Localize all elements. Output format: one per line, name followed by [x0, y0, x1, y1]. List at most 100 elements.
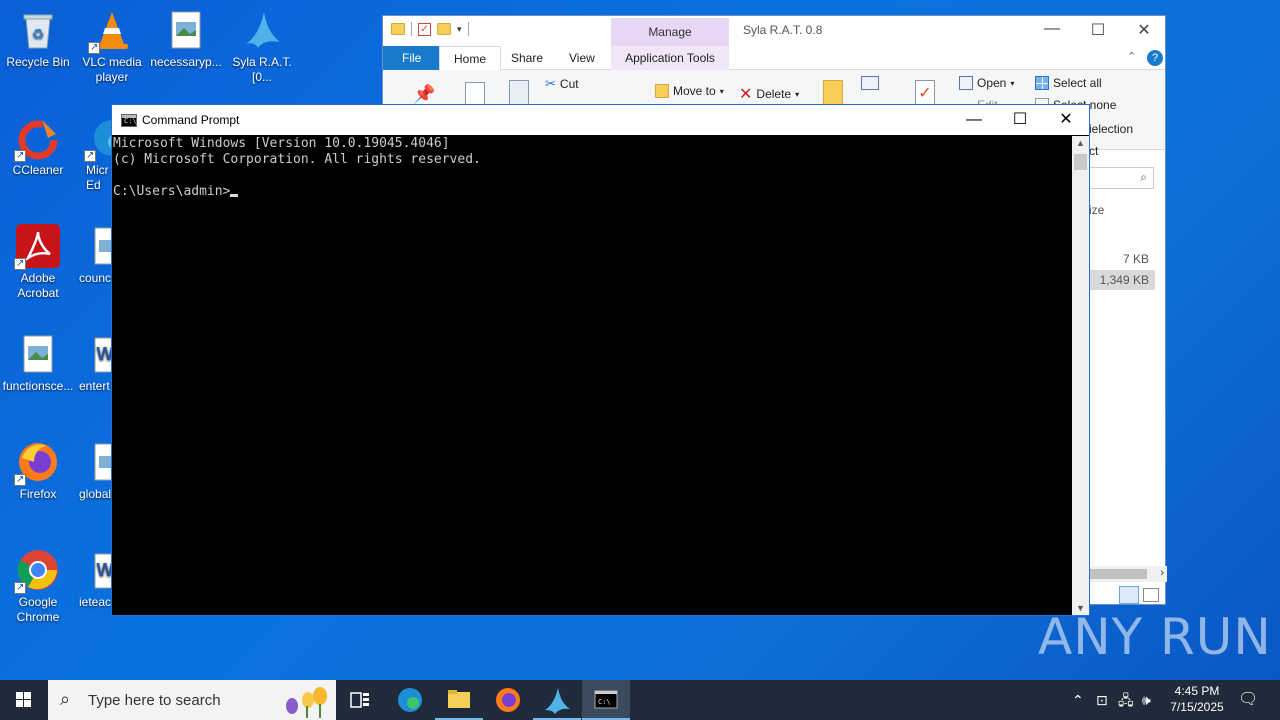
desktop-icon-label: necessaryp...: [150, 55, 222, 69]
scroll-thumb[interactable]: [1089, 569, 1147, 579]
chevron-right-icon[interactable]: ›: [1160, 567, 1164, 579]
delete-button[interactable]: ✕ Delete ▾: [739, 84, 799, 104]
size-column-header[interactable]: ize: [1089, 203, 1167, 217]
details-view-icon[interactable]: [1119, 586, 1139, 604]
desktop-icon-ieteac[interactable]: W ieteac: [74, 544, 112, 610]
select-group-label: ct: [1089, 144, 1099, 158]
desktop-icon-vlc[interactable]: VLC media player: [74, 4, 150, 85]
taskbar-file-explorer[interactable]: [435, 680, 483, 720]
desktop-icon-google-chrome[interactable]: Google Chrome: [0, 544, 76, 625]
tab-application-tools[interactable]: Application Tools: [611, 46, 729, 70]
notifications-icon[interactable]: 🗨: [1238, 680, 1258, 720]
desktop-icon-recycle-bin[interactable]: ♻ Recycle Bin: [0, 4, 76, 70]
delete-x-icon: ✕: [739, 86, 753, 103]
network-icon[interactable]: 🖧: [1118, 680, 1134, 720]
shortcut-arrow-icon: [88, 40, 100, 55]
taskbar-firefox[interactable]: [484, 680, 532, 720]
chevron-down-icon: ▾: [719, 86, 724, 96]
cmd-title: Command Prompt: [142, 113, 240, 127]
task-view-icon: [350, 692, 369, 708]
new-folder-large-icon[interactable]: [823, 80, 843, 106]
cmd-titlebar[interactable]: C:\ Command Prompt — ☐ ✕: [112, 105, 1089, 135]
close-button[interactable]: ✕: [1121, 20, 1167, 40]
cmd-app-icon: C:\: [121, 114, 137, 127]
maximize-button[interactable]: ☐: [1075, 20, 1121, 40]
open-button[interactable]: Open ▾: [959, 76, 1014, 90]
explorer-title: Syla R.A.T. 0.8: [743, 23, 823, 37]
new-folder-icon[interactable]: [437, 23, 451, 35]
desktop-icon-necessaryp[interactable]: necessaryp...: [148, 4, 224, 70]
search-icon: ⌕: [1140, 170, 1147, 184]
help-icon[interactable]: ?: [1147, 50, 1163, 66]
desktop-icon-adobe-acrobat[interactable]: Adobe Acrobat: [0, 220, 76, 301]
scroll-up-icon[interactable]: ▲: [1072, 138, 1089, 148]
cmd-app-icon: C:\: [594, 690, 618, 709]
pin-icon[interactable]: 📌: [413, 84, 435, 105]
move-to-button[interactable]: Move to ▾: [655, 84, 724, 98]
show-hidden-icons-chevron-icon[interactable]: ⌃: [1072, 680, 1084, 720]
vlc-cone-icon: [88, 8, 134, 55]
customize-dropdown-icon[interactable]: ▾: [457, 24, 462, 35]
command-prompt-window[interactable]: C:\ Command Prompt — ☐ ✕ Microsoft Windo…: [111, 104, 1090, 616]
shortcut-arrow-icon: [14, 256, 26, 271]
vertical-scrollbar[interactable]: ▲ ▼: [1072, 136, 1089, 615]
maximize-button[interactable]: ☐: [997, 105, 1043, 135]
tab-home[interactable]: Home: [439, 46, 502, 71]
tab-view[interactable]: View: [555, 46, 609, 70]
console-prompt-line: C:\Users\admin>: [113, 184, 1071, 200]
image-file-icon: [93, 224, 112, 268]
desktop-icon-entert[interactable]: W entert: [74, 328, 112, 394]
start-button[interactable]: [0, 680, 48, 720]
desktop-icon-functionsce[interactable]: functionsce...: [0, 328, 76, 394]
firefox-icon: [14, 440, 60, 487]
select-all-icon: [1035, 76, 1049, 90]
syla-shark-icon: [545, 688, 570, 714]
shortcut-arrow-icon: [14, 580, 26, 595]
desktop-icon-label: global: [79, 487, 112, 501]
properties-icon[interactable]: ✓: [418, 22, 431, 36]
desktop-icon-label: ieteac: [79, 595, 112, 609]
taskbar-search-box[interactable]: ⌕ Type here to search: [48, 680, 336, 720]
desktop-icon-edge[interactable]: Micr Ed: [74, 112, 112, 193]
horizontal-scrollbar[interactable]: ›: [1089, 566, 1167, 582]
new-item-icon[interactable]: [861, 76, 879, 90]
select-all-button[interactable]: Select all: [1035, 76, 1102, 90]
invert-selection-label[interactable]: ielection: [1089, 122, 1133, 136]
desktop-icon-ccleaner[interactable]: CCleaner: [0, 112, 76, 178]
tray-app-icon[interactable]: ⊡: [1096, 680, 1108, 720]
desktop-icon-firefox[interactable]: Firefox: [0, 436, 76, 502]
taskbar-syla-rat[interactable]: [533, 680, 581, 720]
system-clock[interactable]: 4:45 PM 7/15/2025: [1162, 683, 1232, 715]
desktop-icon-label: Firefox: [19, 487, 57, 501]
desktop-icon-global[interactable]: global: [74, 436, 112, 502]
manage-contextual-tab[interactable]: Manage: [611, 18, 729, 46]
paste-icon[interactable]: [509, 80, 529, 106]
large-icons-view-icon[interactable]: [1143, 588, 1159, 602]
edge-icon: [84, 116, 112, 163]
tab-share[interactable]: Share: [497, 46, 557, 70]
collapse-ribbon-icon[interactable]: ⌃: [1127, 50, 1136, 63]
search-placeholder: Type here to search: [88, 692, 221, 709]
open-icon: [959, 76, 973, 90]
folder-icon[interactable]: [391, 23, 405, 35]
properties-large-icon[interactable]: ✓: [915, 80, 935, 106]
volume-icon[interactable]: 🕪: [1142, 680, 1151, 720]
minimize-button[interactable]: —: [1029, 20, 1075, 38]
close-button[interactable]: ✕: [1043, 105, 1089, 135]
scroll-thumb[interactable]: [1074, 154, 1087, 170]
copy-icon[interactable]: [465, 82, 485, 106]
cut-button[interactable]: ✂ Cut: [545, 76, 579, 92]
search-box[interactable]: ⌕: [1089, 167, 1154, 189]
task-view-button[interactable]: [336, 680, 384, 720]
taskbar-edge[interactable]: [386, 680, 434, 720]
text-cursor: [230, 194, 239, 197]
desktop-icon-counc[interactable]: counc: [74, 220, 112, 286]
taskbar-command-prompt[interactable]: C:\: [582, 680, 630, 720]
desktop-icon-syla-rat[interactable]: Syla R.A.T.[0...: [224, 4, 300, 85]
tab-file[interactable]: File: [383, 46, 441, 70]
explorer-titlebar[interactable]: ✓ ▾ Manage Syla R.A.T. 0.8 — ☐ ✕: [383, 16, 1165, 46]
minimize-button[interactable]: —: [951, 105, 997, 135]
image-file-icon: [16, 332, 60, 376]
console-output[interactable]: Microsoft Windows [Version 10.0.19045.40…: [112, 136, 1072, 615]
